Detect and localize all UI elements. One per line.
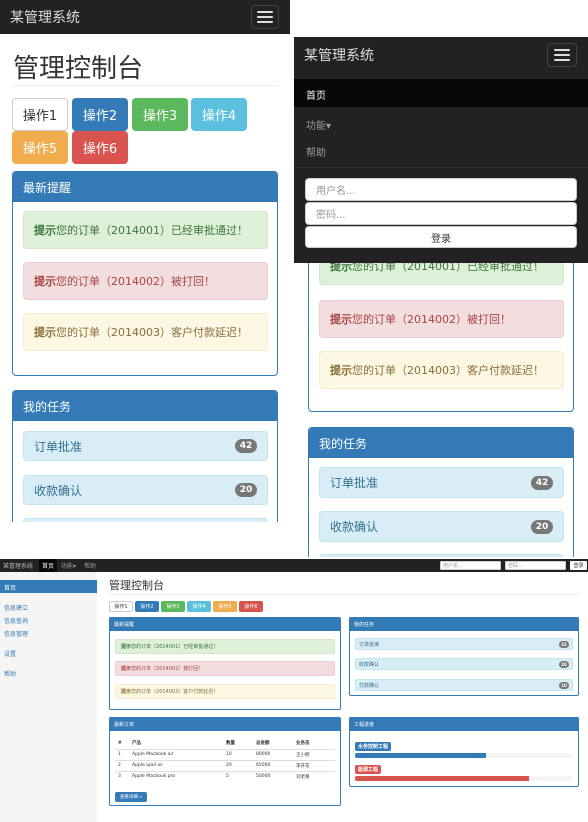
desktop-navbar: 某管理系统 首页 功能▾ 帮助 用户名... 密码... 登录 bbox=[0, 559, 588, 572]
orders-panel: 最新订单 # 产品 数量 总金额 业务员 1 Apple Macbook air… bbox=[109, 717, 341, 806]
task-item-approve[interactable]: 订单批准 42 bbox=[319, 467, 564, 498]
desktop-login-button[interactable]: 登录 bbox=[570, 561, 587, 570]
mobile-navbar: 某管理系统 bbox=[0, 0, 290, 34]
progress-label-energy: 能源工程 bbox=[355, 765, 382, 774]
login-button[interactable]: 登录 bbox=[305, 226, 577, 248]
desktop-action-button-5[interactable]: 操作5 bbox=[213, 601, 237, 612]
table-header-row: # 产品 数量 总金额 业务员 bbox=[118, 740, 310, 747]
alert-rejected: 提示 您的订单（2014002）被打回！ bbox=[115, 661, 335, 676]
alerts-panel: 最新提醒 提示 您的订单（2014001）已经审批通过！ 提示 您的订单（20140… bbox=[12, 171, 278, 376]
nav-features[interactable]: 功能▾ bbox=[57, 561, 80, 570]
sidebar-item-create[interactable]: 信息建立 bbox=[4, 603, 28, 612]
alerts-panel-heading: 最新提醒 bbox=[13, 172, 277, 202]
sidebar-item-settings[interactable]: 设置 bbox=[4, 649, 16, 658]
menu-item-help[interactable]: 帮助 bbox=[306, 144, 326, 159]
orders-table: # 产品 数量 总金额 业务员 1 Apple Macbook air 10 8… bbox=[115, 738, 335, 782]
title-divider bbox=[12, 85, 278, 86]
desktop-page-title: 管理控制台 bbox=[109, 579, 164, 592]
alert-approved: 提示 您的订单（2014001）已经审批通过！ bbox=[23, 211, 268, 249]
action-button-4[interactable]: 操作4 bbox=[191, 98, 247, 131]
desktop-username-input[interactable]: 用户名... bbox=[440, 561, 501, 570]
task-count-badge: 42 bbox=[559, 640, 569, 648]
action-button-2[interactable]: 操作2 bbox=[72, 98, 128, 131]
task-item-approve[interactable]: 订单批准 42 bbox=[355, 638, 573, 650]
task-count-badge: 20 bbox=[531, 519, 553, 534]
alert-approved: 提示 您的订单（2014001）已经审批通过！ bbox=[115, 639, 335, 654]
password-input[interactable]: 密码... bbox=[305, 202, 577, 225]
alert-rejected: 提示 您的订单（2014002）被打回！ bbox=[23, 262, 268, 300]
sidebar-item-query[interactable]: 信息查询 bbox=[4, 616, 28, 625]
task-count-badge: 20 bbox=[559, 660, 569, 668]
tasks-panel-heading: 我的任务 bbox=[350, 618, 578, 631]
orders-panel-heading: 最新订单 bbox=[110, 718, 340, 731]
task-item-payment[interactable] bbox=[319, 554, 564, 557]
sidebar: 首页 信息建立 信息查询 信息管理 设置 帮助 bbox=[0, 572, 97, 822]
desktop-password-input[interactable]: 密码... bbox=[505, 561, 566, 570]
desktop-action-button-1[interactable]: 操作1 bbox=[109, 601, 133, 612]
brand[interactable]: 某管理系统 bbox=[304, 45, 374, 65]
sidebar-item-home[interactable]: 首页 bbox=[0, 580, 97, 593]
task-count-badge: 42 bbox=[235, 439, 257, 453]
action-button-6[interactable]: 操作6 bbox=[72, 131, 128, 164]
table-row: 2 Apple ipad air 20 65000 李开花 bbox=[115, 759, 335, 771]
desktop-action-button-2[interactable]: 操作2 bbox=[135, 601, 159, 612]
caret-down-icon: ▾ bbox=[326, 121, 332, 132]
desktop-action-button-6[interactable]: 操作6 bbox=[239, 601, 263, 612]
task-count-badge: 20 bbox=[235, 483, 257, 497]
desktop-action-button-4[interactable]: 操作4 bbox=[187, 601, 211, 612]
alert-delayed: 提示 您的订单（2014003）客户付款延迟！ bbox=[319, 351, 564, 389]
task-item-receipt[interactable]: 收款确认 20 bbox=[355, 658, 573, 670]
table-row: 1 Apple Macbook air 10 80000 王小明 bbox=[115, 748, 335, 760]
menu-divider bbox=[294, 167, 588, 168]
progress-panel: 工程进度 水务控制工程 能源工程 bbox=[349, 717, 579, 787]
task-item-payment[interactable]: 付款确认 10 bbox=[355, 679, 573, 691]
task-count-badge: 10 bbox=[559, 681, 569, 689]
desktop-alerts-panel: 最新提醒 提示 您的订单（2014001）已经审批通过！ 提示 您的订单（20140… bbox=[109, 617, 341, 710]
task-item-receipt[interactable]: 收款确认 20 bbox=[319, 511, 564, 542]
nav-home[interactable]: 首页 bbox=[39, 559, 58, 572]
nav-help[interactable]: 帮助 bbox=[80, 561, 100, 570]
brand[interactable]: 某管理系统 bbox=[10, 7, 80, 27]
title-divider bbox=[108, 594, 580, 595]
alert-delayed: 提示 您的订单（2014003）客户付款延迟！ bbox=[115, 684, 335, 699]
menu-item-features[interactable]: 功能▾ bbox=[306, 117, 331, 132]
sidebar-item-manage[interactable]: 信息管理 bbox=[4, 629, 28, 638]
progress-bar-water bbox=[355, 753, 486, 758]
username-input[interactable]: 用户名... bbox=[305, 178, 577, 201]
task-item-payment[interactable] bbox=[23, 518, 268, 522]
tasks-panel-heading: 我的任务 bbox=[13, 391, 277, 421]
view-details-button[interactable]: 查看详细 » bbox=[115, 792, 147, 802]
progress-bar-energy bbox=[355, 776, 530, 781]
progress-panel-heading: 工程进度 bbox=[350, 718, 578, 731]
brand[interactable]: 某管理系统 bbox=[0, 561, 36, 570]
progress-track-energy bbox=[355, 776, 573, 781]
desktop-tasks-panel: 我的任务 订单批准 42 收款确认 20 付款确认 10 bbox=[349, 617, 579, 696]
action-button-1[interactable]: 操作1 bbox=[12, 98, 68, 131]
menu-toggle-button[interactable] bbox=[251, 5, 279, 29]
alert-delayed: 提示 您的订单（2014003）客户付款延迟！ bbox=[23, 313, 268, 351]
action-button-5[interactable]: 操作5 bbox=[12, 131, 68, 164]
table-row: 3 Apple Macbook pro 5 50000 刘老根 bbox=[115, 770, 335, 782]
alerts-panel-heading: 最新提醒 bbox=[110, 618, 340, 631]
menu-item-home[interactable]: 首页 bbox=[294, 79, 588, 107]
progress-label-water: 水务控制工程 bbox=[355, 742, 392, 751]
task-count-badge: 42 bbox=[531, 475, 553, 490]
tasks-panel-heading: 我的任务 bbox=[309, 428, 573, 458]
task-item-receipt[interactable]: 收款确认 20 bbox=[23, 475, 268, 505]
tasks-panel: 我的任务 订单批准 42 收款确认 20 bbox=[12, 390, 278, 522]
page-title: 管理控制台 bbox=[13, 54, 144, 84]
alert-rejected: 提示 您的订单（2014002）被打回！ bbox=[319, 300, 564, 338]
action-button-3[interactable]: 操作3 bbox=[132, 98, 188, 131]
menu-toggle-button[interactable] bbox=[547, 43, 577, 67]
sidebar-item-help[interactable]: 帮助 bbox=[4, 669, 16, 678]
desktop-action-button-3[interactable]: 操作3 bbox=[161, 601, 185, 612]
task-item-approve[interactable]: 订单批准 42 bbox=[23, 431, 268, 461]
mobile-menu-overlay: 某管理系统 首页 功能▾ 帮助 用户名... 密码... 登录 bbox=[294, 37, 588, 263]
tasks-panel-2: 我的任务 订单批准 42 收款确认 20 bbox=[308, 427, 574, 557]
progress-track-water bbox=[355, 753, 573, 758]
